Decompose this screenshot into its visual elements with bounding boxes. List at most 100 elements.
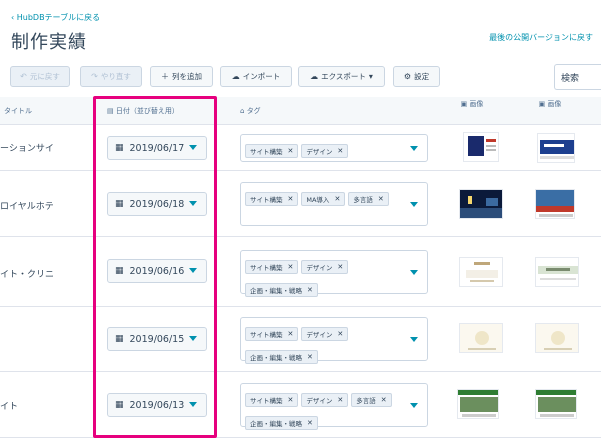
date-picker[interactable]: ▦ 2019/06/15 bbox=[107, 327, 207, 351]
remove-tag-icon[interactable]: ✕ bbox=[381, 396, 387, 404]
settings-button[interactable]: ⚙ 設定 bbox=[393, 66, 440, 87]
tag-chip: サイト構築 ✕ bbox=[245, 260, 299, 274]
page-title: 制作実績 bbox=[11, 32, 87, 53]
column-header-image-1[interactable]: ▣ 画像 bbox=[457, 99, 487, 109]
column-header-image-2[interactable]: ▣ 画像 bbox=[535, 99, 565, 109]
import-button[interactable]: ☁ インポート bbox=[220, 66, 292, 87]
calendar-icon: ▦ bbox=[115, 400, 124, 410]
column-header-tags[interactable]: ⌂ タグ bbox=[240, 106, 261, 116]
chevron-down-icon bbox=[410, 270, 418, 275]
tag-select[interactable]: サイト構築 ✕ デザイン ✕ 企画・編集・戦略 ✕ bbox=[240, 317, 428, 364]
remove-tag-icon[interactable]: ✕ bbox=[288, 330, 294, 338]
date-picker[interactable]: ▦ 2019/06/16 bbox=[107, 259, 207, 283]
website-screenshot-icon bbox=[460, 258, 502, 286]
remove-tag-icon[interactable]: ✕ bbox=[337, 263, 343, 271]
remove-tag-icon[interactable]: ✕ bbox=[288, 263, 294, 271]
tag-label: デザイン bbox=[306, 397, 333, 405]
import-label: インポート bbox=[242, 72, 281, 81]
image-thumbnail[interactable] bbox=[537, 133, 575, 163]
remove-tag-icon[interactable]: ✕ bbox=[307, 286, 313, 294]
undo-icon: ↶ bbox=[20, 72, 27, 81]
chevron-down-icon bbox=[189, 268, 197, 273]
image-thumbnail[interactable] bbox=[459, 257, 503, 287]
row-title[interactable]: ロイヤルホテ bbox=[0, 199, 92, 212]
undo-label: 元に戻す bbox=[29, 72, 60, 81]
column-header-image-2-label: 画像 bbox=[547, 100, 562, 108]
table-row[interactable]: ロイヤルホテ ▦ 2019/06/18 サイト構築 ✕ MA導入 ✕ 多言語 ✕ bbox=[0, 171, 601, 237]
tag-label: デザイン bbox=[306, 264, 333, 272]
cloud-upload-icon: ☁ bbox=[231, 72, 240, 81]
tag-chip: サイト構築 ✕ bbox=[245, 144, 299, 158]
plus-icon: ＋ bbox=[161, 72, 169, 81]
gear-icon: ⚙ bbox=[403, 72, 412, 81]
revert-version-link[interactable]: 最後の公開バージョンに戻す bbox=[489, 32, 593, 43]
remove-tag-icon[interactable]: ✕ bbox=[337, 396, 343, 404]
table-row[interactable]: イト ▦ 2019/06/13 サイト構築 ✕ デザイン ✕ 多言語 ✕ 企画・編集・戦略 ✕ bbox=[0, 372, 601, 438]
tag-chip: サイト構築 ✕ bbox=[245, 327, 299, 341]
tag-label: サイト構築 bbox=[250, 397, 283, 405]
table-row[interactable]: イト・クリニ ▦ 2019/06/16 サイト構築 ✕ デザイン ✕ 企画・編集・戦略 ✕ bbox=[0, 237, 601, 307]
website-screenshot-icon bbox=[538, 134, 574, 162]
remove-tag-icon[interactable]: ✕ bbox=[337, 147, 343, 155]
date-picker[interactable]: ▦ 2019/06/18 bbox=[107, 192, 207, 216]
image-icon: ▣ bbox=[538, 100, 546, 108]
image-thumbnail[interactable] bbox=[459, 189, 503, 219]
tag-chip: 企画・編集・戦略 ✕ bbox=[245, 283, 318, 297]
column-header-tags-label: タグ bbox=[246, 107, 261, 115]
tag-select[interactable]: サイト構築 ✕ MA導入 ✕ 多言語 ✕ bbox=[240, 182, 428, 226]
remove-tag-icon[interactable]: ✕ bbox=[288, 147, 294, 155]
image-thumbnail[interactable] bbox=[457, 389, 499, 419]
date-picker[interactable]: ▦ 2019/06/13 bbox=[107, 393, 207, 417]
export-button[interactable]: ☁ エクスポート ▾ bbox=[298, 66, 385, 87]
tag-chip: MA導入 ✕ bbox=[301, 192, 346, 206]
column-header-title[interactable]: タイトル bbox=[4, 106, 32, 116]
table-row[interactable]: ーションサイ ▦ 2019/06/17 サイト構築 ✕ デザイン ✕ bbox=[0, 125, 601, 171]
chevron-down-icon bbox=[189, 336, 197, 341]
image-thumbnail[interactable] bbox=[463, 132, 499, 162]
remove-tag-icon[interactable]: ✕ bbox=[288, 195, 294, 203]
chevron-down-icon bbox=[189, 145, 197, 150]
tag-chip: 企画・編集・戦略 ✕ bbox=[245, 416, 318, 430]
tag-chip: デザイン ✕ bbox=[301, 144, 349, 158]
website-screenshot-icon bbox=[458, 390, 498, 418]
tag-chip: 多言語 ✕ bbox=[351, 393, 392, 407]
image-thumbnail[interactable] bbox=[535, 389, 577, 419]
tag-chip: 企画・編集・戦略 ✕ bbox=[245, 350, 318, 364]
calendar-icon: ▦ bbox=[115, 334, 124, 344]
tag-chip: サイト構築 ✕ bbox=[245, 393, 299, 407]
tag-label: サイト構築 bbox=[250, 331, 283, 339]
remove-tag-icon[interactable]: ✕ bbox=[337, 330, 343, 338]
remove-tag-icon[interactable]: ✕ bbox=[378, 195, 384, 203]
website-screenshot-icon bbox=[464, 133, 498, 161]
image-thumbnail[interactable] bbox=[535, 189, 575, 219]
settings-label: 設定 bbox=[414, 72, 430, 81]
image-thumbnail[interactable] bbox=[535, 257, 579, 287]
export-label: エクスポート bbox=[321, 72, 366, 81]
tag-select[interactable]: サイト構築 ✕ デザイン ✕ 多言語 ✕ 企画・編集・戦略 ✕ bbox=[240, 383, 428, 430]
chevron-down-icon bbox=[189, 201, 197, 206]
tag-select[interactable]: サイト構築 ✕ デザイン ✕ 企画・編集・戦略 ✕ bbox=[240, 250, 428, 297]
remove-tag-icon[interactable]: ✕ bbox=[307, 353, 313, 361]
website-screenshot-icon bbox=[460, 324, 502, 352]
remove-tag-icon[interactable]: ✕ bbox=[307, 419, 313, 427]
remove-tag-icon[interactable]: ✕ bbox=[288, 396, 294, 404]
row-title[interactable]: イト・クリニ bbox=[0, 267, 92, 280]
row-title[interactable]: ーションサイ bbox=[0, 141, 92, 154]
remove-tag-icon[interactable]: ✕ bbox=[334, 195, 340, 203]
calendar-icon: ▦ bbox=[115, 266, 124, 276]
tag-chip: サイト構築 ✕ bbox=[245, 192, 299, 206]
image-thumbnail[interactable] bbox=[459, 323, 503, 353]
row-title[interactable]: イト bbox=[0, 399, 92, 412]
website-screenshot-icon bbox=[460, 190, 502, 218]
redo-button[interactable]: ↷ やり直す bbox=[80, 66, 142, 87]
date-picker[interactable]: ▦ 2019/06/17 bbox=[107, 136, 207, 160]
table-row[interactable]: ▦ 2019/06/15 サイト構築 ✕ デザイン ✕ 企画・編集・戦略 ✕ bbox=[0, 307, 601, 372]
image-thumbnail[interactable] bbox=[535, 323, 579, 353]
search-input[interactable]: 検索 bbox=[554, 64, 601, 90]
back-to-hubdb-link[interactable]: ‹ HubDBテーブルに戻る bbox=[11, 12, 100, 23]
add-column-button[interactable]: ＋ 列を追加 bbox=[150, 66, 213, 87]
column-header-date[interactable]: ▤ 日付（並び替え用） bbox=[107, 106, 179, 116]
undo-button[interactable]: ↶ 元に戻す bbox=[10, 66, 70, 87]
tag-select[interactable]: サイト構築 ✕ デザイン ✕ bbox=[240, 134, 428, 162]
chevron-down-icon bbox=[410, 403, 418, 408]
